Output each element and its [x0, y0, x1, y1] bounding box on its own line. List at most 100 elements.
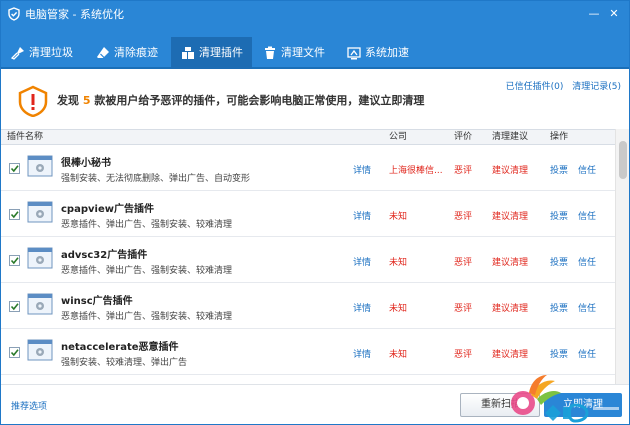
plugin-window-icon: [27, 247, 53, 269]
minimize-button[interactable]: —: [587, 7, 601, 21]
suggestion-text: 建议清理: [492, 258, 529, 268]
detail-link[interactable]: 详情: [353, 163, 371, 176]
notice-prefix: 发现: [57, 94, 83, 107]
warning-icon: [18, 85, 48, 117]
rocket-icon: [347, 47, 361, 60]
plugin-name: advsc32广告插件: [61, 250, 148, 261]
detail-link[interactable]: 详情: [353, 209, 371, 222]
suggestion-text: 建议清理: [492, 350, 529, 360]
detail-link[interactable]: 详情: [353, 301, 371, 314]
tab-label: 清理垃圾: [29, 46, 73, 59]
row-checkbox[interactable]: [9, 347, 20, 358]
tab-label: 系统加速: [365, 46, 409, 59]
table-row: 很棒小秘书 强制安装、无法彻底删除、弹出广告、自动变形 详情 上海很棒信... …: [1, 145, 615, 191]
tab-bar: 清理垃圾 清除痕迹 清理插件 清理文件 系统加速: [1, 33, 629, 69]
suggestion-text: 建议清理: [492, 212, 529, 222]
suggestion-text: 建议清理: [492, 304, 529, 314]
rating-badge: 恶评: [454, 350, 473, 360]
tab-label: 清理插件: [199, 46, 243, 59]
company-name: 未知: [389, 212, 408, 222]
plugin-window-icon: [27, 155, 53, 177]
header-rating: 评价: [454, 132, 473, 142]
scrollbar-thumb[interactable]: [619, 141, 627, 179]
company-name: 上海很棒信...: [389, 166, 443, 176]
plugin-description: 恶意插件、弹出广告、强制安装、较难清理: [61, 220, 233, 230]
row-checkbox[interactable]: [9, 301, 20, 312]
trash-icon: [265, 46, 275, 59]
rating-badge: 恶评: [454, 166, 473, 176]
company-name: 未知: [389, 350, 408, 360]
eraser-icon: [97, 47, 109, 58]
window-title: 电脑管家 - 系统优化: [25, 8, 124, 21]
plugin-description: 恶意插件、弹出广告、强制安装、较难清理: [61, 312, 233, 322]
row-checkbox[interactable]: [9, 209, 20, 220]
trust-link[interactable]: 信任: [578, 209, 596, 222]
header-action: 操作: [550, 132, 569, 142]
tab-label: 清理文件: [281, 46, 325, 59]
vote-link[interactable]: 投票: [550, 347, 568, 360]
vertical-scrollbar[interactable]: [615, 129, 629, 384]
plugin-name: netaccelerate恶意插件: [61, 342, 179, 353]
plugin-list: 很棒小秘书 强制安装、无法彻底删除、弹出广告、自动变形 详情 上海很棒信... …: [1, 145, 615, 384]
clean-history-link[interactable]: 清理记录(5): [572, 82, 621, 92]
puzzle-icon: [182, 47, 194, 59]
tab-clean-files[interactable]: 清理文件: [253, 37, 337, 69]
row-checkbox[interactable]: [9, 255, 20, 266]
plugin-window-icon: [27, 201, 53, 223]
company-name: 未知: [389, 304, 408, 314]
tab-clear-traces[interactable]: 清除痕迹: [86, 37, 170, 69]
table-row: winsc广告插件 恶意插件、弹出广告、强制安装、较难清理 详情 未知 恶评 建…: [1, 283, 615, 329]
notice-message: 发现 5 款被用户给予恶评的插件，可能会影响电脑正常使用，建议立即清理: [57, 92, 424, 108]
check-icon: [10, 211, 19, 219]
vote-link[interactable]: 投票: [550, 163, 568, 176]
trust-link[interactable]: 信任: [578, 347, 596, 360]
app-window: 电脑管家 - 系统优化 — ✕ 清理垃圾 清除痕迹 清理插件 清理文件 系统加速…: [0, 0, 630, 425]
plugin-window-icon: [27, 293, 53, 315]
notice-suffix: 款被用户给予恶评的插件，可能会影响电脑正常使用，建议立即清理: [90, 94, 425, 107]
header-plugin-name: 插件名称: [7, 132, 44, 142]
rating-badge: 恶评: [454, 212, 473, 222]
vote-link[interactable]: 投票: [550, 255, 568, 268]
table-row: advsc32广告插件 恶意插件、弹出广告、强制安装、较难清理 详情 未知 恶评…: [1, 237, 615, 283]
vote-link[interactable]: 投票: [550, 301, 568, 314]
plugin-window-icon: [27, 339, 53, 361]
close-button[interactable]: ✕: [607, 7, 621, 21]
tab-clean-junk[interactable]: 清理垃圾: [1, 37, 85, 69]
plugin-name: cpapview广告插件: [61, 204, 154, 215]
check-icon: [10, 349, 19, 357]
suggestion-text: 建议清理: [492, 166, 529, 176]
check-icon: [10, 257, 19, 265]
tab-system-speedup[interactable]: 系统加速: [337, 37, 421, 69]
trust-link[interactable]: 信任: [578, 255, 596, 268]
trusted-plugins-link[interactable]: 已信任插件(0): [506, 82, 564, 92]
shield-icon: [8, 7, 20, 21]
title-bar: 电脑管家 - 系统优化 — ✕: [1, 1, 629, 33]
broom-icon: [11, 47, 24, 60]
check-icon: [10, 303, 19, 311]
trust-link[interactable]: 信任: [578, 163, 596, 176]
plugin-description: 强制安装、无法彻底删除、弹出广告、自动变形: [61, 174, 251, 184]
tab-label: 清除痕迹: [114, 46, 158, 59]
row-checkbox[interactable]: [9, 163, 20, 174]
detail-link[interactable]: 详情: [353, 255, 371, 268]
scan-result-notice: 发现 5 款被用户给予恶评的插件，可能会影响电脑正常使用，建议立即清理 已信任插…: [1, 71, 629, 129]
table-row: cpapview广告插件 恶意插件、弹出广告、强制安装、较难清理 详情 未知 恶…: [1, 191, 615, 237]
rating-badge: 恶评: [454, 304, 473, 314]
plugin-name: winsc广告插件: [61, 296, 133, 307]
company-name: 未知: [389, 258, 408, 268]
rating-badge: 恶评: [454, 258, 473, 268]
header-company: 公司: [389, 132, 408, 142]
recommended-options-link[interactable]: 推荐选项: [11, 399, 47, 412]
table-header: 插件名称 公司 评价 清理建议 操作: [1, 129, 615, 145]
plugin-name: 很棒小秘书: [61, 158, 111, 169]
top-links: 已信任插件(0) 清理记录(5): [500, 79, 621, 92]
vote-link[interactable]: 投票: [550, 209, 568, 222]
plugin-description: 强制安装、较难清理、弹出广告: [61, 358, 188, 368]
plugin-count: 5: [82, 94, 91, 107]
check-icon: [10, 165, 19, 173]
trust-link[interactable]: 信任: [578, 301, 596, 314]
header-suggestion: 清理建议: [492, 132, 529, 142]
tab-clean-plugins[interactable]: 清理插件: [171, 37, 252, 69]
watermark-logo-icon: [511, 375, 619, 423]
detail-link[interactable]: 详情: [353, 347, 371, 360]
